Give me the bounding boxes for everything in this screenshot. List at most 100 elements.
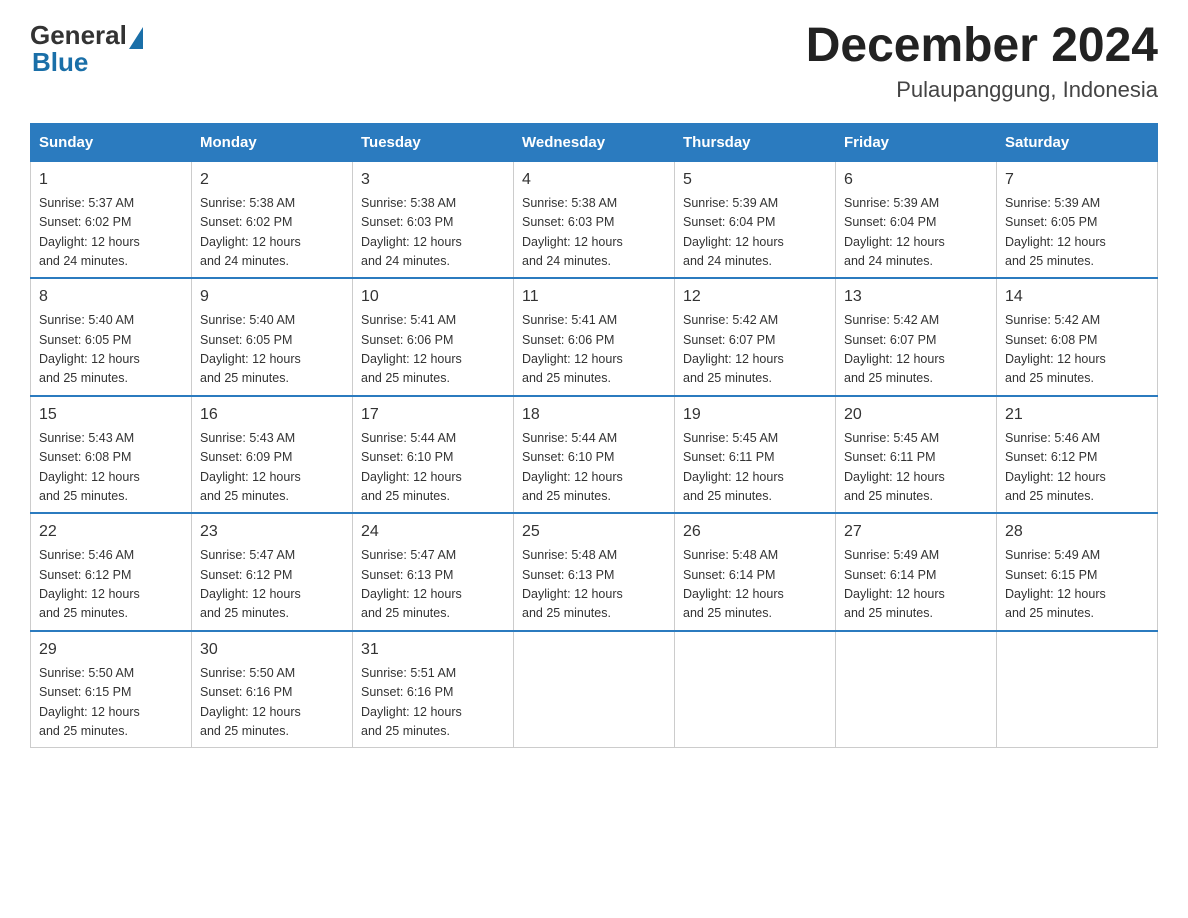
day-info: Sunrise: 5:47 AMSunset: 6:13 PMDaylight:… (361, 546, 505, 624)
day-info: Sunrise: 5:38 AMSunset: 6:03 PMDaylight:… (522, 194, 666, 272)
calendar-cell: 21Sunrise: 5:46 AMSunset: 6:12 PMDayligh… (997, 396, 1158, 514)
day-info: Sunrise: 5:39 AMSunset: 6:04 PMDaylight:… (844, 194, 988, 272)
calendar-week-1: 1Sunrise: 5:37 AMSunset: 6:02 PMDaylight… (31, 161, 1158, 278)
title-area: December 2024 Pulaupanggung, Indonesia (806, 20, 1158, 103)
location-title: Pulaupanggung, Indonesia (806, 77, 1158, 103)
calendar-cell: 12Sunrise: 5:42 AMSunset: 6:07 PMDayligh… (675, 278, 836, 396)
day-number: 12 (683, 285, 827, 309)
day-info: Sunrise: 5:42 AMSunset: 6:08 PMDaylight:… (1005, 311, 1149, 389)
day-info: Sunrise: 5:38 AMSunset: 6:02 PMDaylight:… (200, 194, 344, 272)
calendar-cell: 17Sunrise: 5:44 AMSunset: 6:10 PMDayligh… (353, 396, 514, 514)
day-info: Sunrise: 5:46 AMSunset: 6:12 PMDaylight:… (39, 546, 183, 624)
day-number: 30 (200, 638, 344, 662)
calendar-cell: 24Sunrise: 5:47 AMSunset: 6:13 PMDayligh… (353, 513, 514, 631)
header-row: Sunday Monday Tuesday Wednesday Thursday… (31, 123, 1158, 161)
day-info: Sunrise: 5:42 AMSunset: 6:07 PMDaylight:… (683, 311, 827, 389)
col-monday: Monday (192, 123, 353, 161)
day-info: Sunrise: 5:43 AMSunset: 6:09 PMDaylight:… (200, 429, 344, 507)
day-info: Sunrise: 5:46 AMSunset: 6:12 PMDaylight:… (1005, 429, 1149, 507)
day-info: Sunrise: 5:45 AMSunset: 6:11 PMDaylight:… (844, 429, 988, 507)
day-info: Sunrise: 5:37 AMSunset: 6:02 PMDaylight:… (39, 194, 183, 272)
day-number: 23 (200, 520, 344, 544)
calendar-cell (514, 631, 675, 748)
day-info: Sunrise: 5:50 AMSunset: 6:15 PMDaylight:… (39, 664, 183, 742)
day-number: 19 (683, 403, 827, 427)
calendar-header: Sunday Monday Tuesday Wednesday Thursday… (31, 123, 1158, 161)
day-info: Sunrise: 5:38 AMSunset: 6:03 PMDaylight:… (361, 194, 505, 272)
logo-triangle-icon (129, 27, 143, 49)
calendar-cell: 23Sunrise: 5:47 AMSunset: 6:12 PMDayligh… (192, 513, 353, 631)
calendar-cell: 22Sunrise: 5:46 AMSunset: 6:12 PMDayligh… (31, 513, 192, 631)
day-number: 31 (361, 638, 505, 662)
col-tuesday: Tuesday (353, 123, 514, 161)
day-info: Sunrise: 5:45 AMSunset: 6:11 PMDaylight:… (683, 429, 827, 507)
logo-blue-text: Blue (32, 47, 88, 77)
calendar-cell (997, 631, 1158, 748)
day-number: 29 (39, 638, 183, 662)
month-title: December 2024 (806, 20, 1158, 73)
calendar-cell: 13Sunrise: 5:42 AMSunset: 6:07 PMDayligh… (836, 278, 997, 396)
calendar-cell: 8Sunrise: 5:40 AMSunset: 6:05 PMDaylight… (31, 278, 192, 396)
day-number: 25 (522, 520, 666, 544)
day-number: 7 (1005, 168, 1149, 192)
calendar-cell: 25Sunrise: 5:48 AMSunset: 6:13 PMDayligh… (514, 513, 675, 631)
day-info: Sunrise: 5:47 AMSunset: 6:12 PMDaylight:… (200, 546, 344, 624)
day-info: Sunrise: 5:43 AMSunset: 6:08 PMDaylight:… (39, 429, 183, 507)
day-number: 27 (844, 520, 988, 544)
day-info: Sunrise: 5:44 AMSunset: 6:10 PMDaylight:… (522, 429, 666, 507)
day-number: 16 (200, 403, 344, 427)
day-number: 2 (200, 168, 344, 192)
day-number: 28 (1005, 520, 1149, 544)
calendar-cell: 4Sunrise: 5:38 AMSunset: 6:03 PMDaylight… (514, 161, 675, 278)
calendar-week-2: 8 Sunrise: 5:40 AMSunset: 6:05 PMDaylight… (31, 278, 1158, 396)
day-number: 15 (39, 403, 183, 427)
calendar-cell: 14Sunrise: 5:42 AMSunset: 6:08 PMDayligh… (997, 278, 1158, 396)
header: General Blue December 2024 Pulaupanggung… (30, 20, 1158, 103)
day-number: 14 (1005, 285, 1149, 309)
calendar-cell: 5Sunrise: 5:39 AMSunset: 6:04 PMDaylight… (675, 161, 836, 278)
calendar-cell: 1Sunrise: 5:37 AMSunset: 6:02 PMDaylight… (31, 161, 192, 278)
calendar-week-5: 29Sunrise: 5:50 AMSunset: 6:15 PMDayligh… (31, 631, 1158, 748)
day-number: 13 (844, 285, 988, 309)
col-sunday: Sunday (31, 123, 192, 161)
calendar-cell: 9Sunrise: 5:40 AMSunset: 6:05 PMDaylight… (192, 278, 353, 396)
day-number: 17 (361, 403, 505, 427)
calendar-cell: 31Sunrise: 5:51 AMSunset: 6:16 PMDayligh… (353, 631, 514, 748)
day-number: 24 (361, 520, 505, 544)
calendar-cell: 26Sunrise: 5:48 AMSunset: 6:14 PMDayligh… (675, 513, 836, 631)
day-number: 11 (522, 285, 666, 309)
day-info: Sunrise: 5:39 AMSunset: 6:05 PMDaylight:… (1005, 194, 1149, 272)
calendar-cell: 16Sunrise: 5:43 AMSunset: 6:09 PMDayligh… (192, 396, 353, 514)
day-info: Sunrise: 5:40 AMSunset: 6:05 PMDaylight:… (200, 311, 344, 389)
day-number: 21 (1005, 403, 1149, 427)
day-info: Sunrise: 5:41 AMSunset: 6:06 PMDaylight:… (522, 311, 666, 389)
calendar-cell: 3Sunrise: 5:38 AMSunset: 6:03 PMDaylight… (353, 161, 514, 278)
calendar-cell: 27Sunrise: 5:49 AMSunset: 6:14 PMDayligh… (836, 513, 997, 631)
calendar-cell: 6Sunrise: 5:39 AMSunset: 6:04 PMDaylight… (836, 161, 997, 278)
day-info: Sunrise: 5:50 AMSunset: 6:16 PMDaylight:… (200, 664, 344, 742)
day-number: 3 (361, 168, 505, 192)
day-number: 8 (39, 285, 183, 309)
calendar-week-3: 15Sunrise: 5:43 AMSunset: 6:08 PMDayligh… (31, 396, 1158, 514)
calendar-body: 1Sunrise: 5:37 AMSunset: 6:02 PMDaylight… (31, 161, 1158, 748)
calendar-cell: 2Sunrise: 5:38 AMSunset: 6:02 PMDaylight… (192, 161, 353, 278)
col-wednesday: Wednesday (514, 123, 675, 161)
calendar-cell: 15Sunrise: 5:43 AMSunset: 6:08 PMDayligh… (31, 396, 192, 514)
day-number: 22 (39, 520, 183, 544)
col-friday: Friday (836, 123, 997, 161)
day-info: Sunrise: 5:49 AMSunset: 6:14 PMDaylight:… (844, 546, 988, 624)
day-info: Sunrise: 5:48 AMSunset: 6:14 PMDaylight:… (683, 546, 827, 624)
day-info: Sunrise: 5:39 AMSunset: 6:04 PMDaylight:… (683, 194, 827, 272)
day-info: Sunrise: 5:41 AMSunset: 6:06 PMDaylight:… (361, 311, 505, 389)
day-number: 9 (200, 285, 344, 309)
day-number: 18 (522, 403, 666, 427)
day-info: Sunrise: 5:42 AMSunset: 6:07 PMDaylight:… (844, 311, 988, 389)
calendar-cell: 18Sunrise: 5:44 AMSunset: 6:10 PMDayligh… (514, 396, 675, 514)
day-number: 1 (39, 168, 183, 192)
calendar-cell: 28Sunrise: 5:49 AMSunset: 6:15 PMDayligh… (997, 513, 1158, 631)
day-number: 20 (844, 403, 988, 427)
logo: General Blue (30, 20, 145, 78)
calendar-cell: 7Sunrise: 5:39 AMSunset: 6:05 PMDaylight… (997, 161, 1158, 278)
calendar-cell (836, 631, 997, 748)
calendar-table: Sunday Monday Tuesday Wednesday Thursday… (30, 123, 1158, 749)
